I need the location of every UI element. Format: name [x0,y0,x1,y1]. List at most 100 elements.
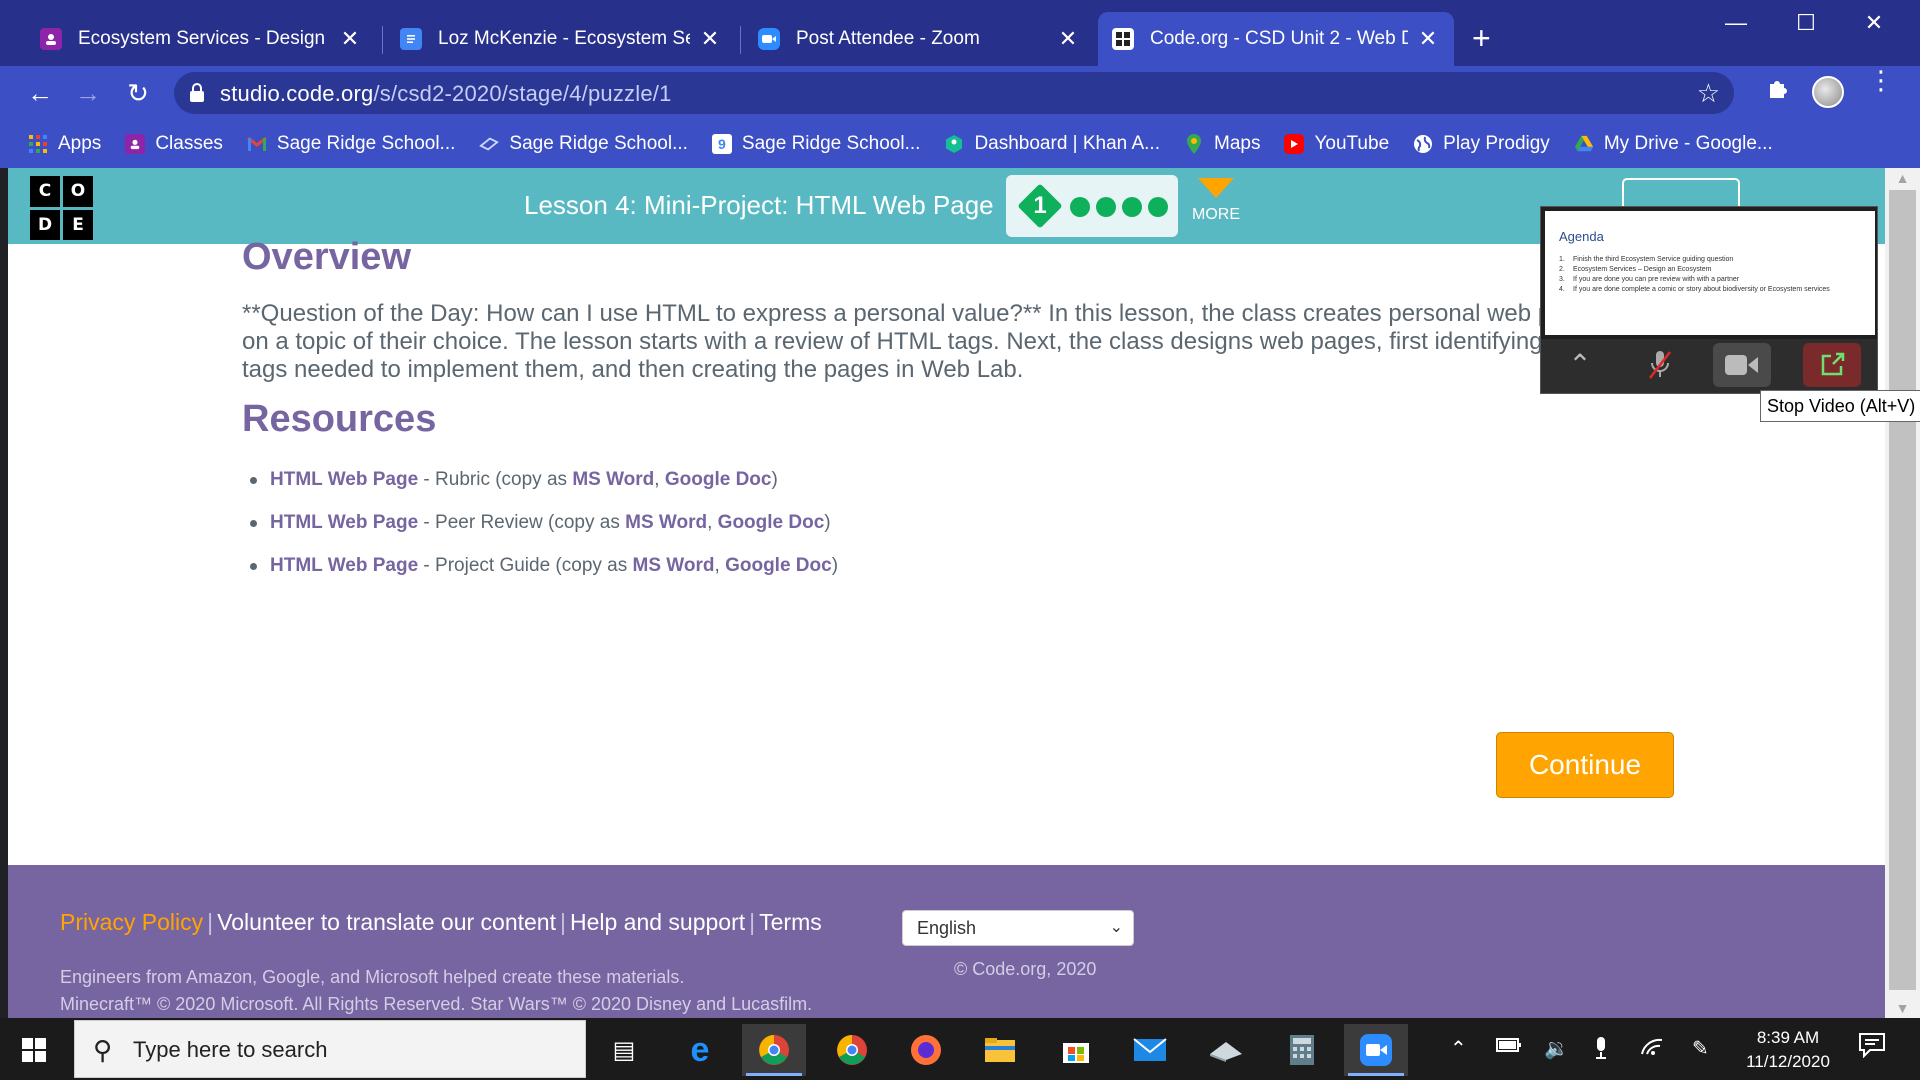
bookmark-sage-ridge-gmail[interactable]: Sage Ridge School... [246,133,455,155]
bookmark-sage-ridge-2[interactable]: Sage Ridge School... [479,133,688,155]
google-doc-link[interactable]: Google Doc [665,469,772,490]
ms-word-link[interactable]: MS Word [633,555,715,576]
resource-link[interactable]: HTML Web Page [270,555,418,576]
help-link[interactable]: Help and support [570,909,745,935]
url-text[interactable]: studio.code.org/s/csd2-2020/stage/4/puzz… [220,81,672,107]
chrome-profile-icon[interactable] [742,1024,806,1076]
bookmark-apps[interactable]: Apps [28,133,101,155]
scroll-up-icon[interactable]: ▲ [1885,170,1920,186]
back-icon[interactable]: ← [24,78,56,110]
language-select[interactable]: English ⌄ [902,910,1134,946]
share-screen-icon[interactable] [1803,343,1861,387]
bookmark-youtube[interactable]: YouTube [1284,133,1389,155]
translate-link[interactable]: Volunteer to translate our content [217,909,556,935]
codeorg-logo[interactable]: C O D E [30,176,94,240]
privacy-policy-link[interactable]: Privacy Policy [60,909,203,935]
extensions-icon[interactable] [1766,76,1790,107]
ms-word-link[interactable]: MS Word [625,512,707,533]
page-scrollbar[interactable]: ▲ ▼ [1885,168,1920,1018]
zoom-app-icon[interactable] [1344,1024,1408,1076]
volume-icon[interactable]: 🔉 [1544,1036,1569,1061]
level-dot[interactable] [1070,197,1090,217]
store-icon[interactable] [1044,1024,1108,1076]
reload-icon[interactable]: ↻ [122,78,154,110]
list-item: 2. Ecosystem Services – Design an Ecosyst… [1559,265,1869,275]
forward-icon[interactable]: → [72,78,104,110]
minimize-icon[interactable]: — [1716,10,1756,36]
onedrive-icon[interactable] [1194,1024,1258,1076]
level-dot[interactable] [1122,197,1142,217]
tab-codeorg[interactable]: Code.org - CSD Unit 2 - Web Dev ✕ [1098,12,1454,66]
maximize-icon[interactable]: ☐ [1786,10,1826,36]
tab-loz-mckenzie[interactable]: Loz McKenzie - Ecosystem Servic ✕ [386,12,736,66]
zoom-icon [758,28,780,50]
microphone-icon[interactable] [1594,1036,1608,1066]
google-doc-link[interactable]: Google Doc [718,512,825,533]
more-button[interactable]: MORE [1186,178,1246,224]
close-tab-icon[interactable]: ✕ [1056,26,1080,52]
tab-ecosystem-services[interactable]: Ecosystem Services - Design an E ✕ [26,12,376,66]
ms-word-link[interactable]: MS Word [572,469,654,490]
mute-mic-icon[interactable] [1631,343,1689,387]
resource-desc: - Peer Review (copy as [418,512,626,533]
taskbar-search-input[interactable]: ⚲ Type here to search [74,1020,586,1078]
tab-zoom[interactable]: Post Attendee - Zoom ✕ [744,12,1094,66]
new-tab-icon[interactable]: + [1472,22,1491,54]
stop-video-tooltip: Stop Video (Alt+V) [1760,390,1920,422]
task-view-icon[interactable]: ▤ [592,1024,656,1076]
show-hidden-icons[interactable]: ⌃ [1450,1036,1467,1061]
bookmark-maps[interactable]: Maps [1184,133,1260,155]
continue-button[interactable]: Continue [1496,732,1674,798]
chevron-down-icon: ⌄ [1109,919,1123,936]
tab-title: Code.org - CSD Unit 2 - Web Dev [1150,28,1408,49]
terms-link[interactable]: Terms [759,909,822,935]
clock-date: 11/12/2020 [1746,1052,1830,1071]
level-dot[interactable] [1148,197,1168,217]
current-level-diamond[interactable]: 1 [1017,183,1063,229]
edge-icon[interactable]: e [668,1024,732,1076]
scroll-down-icon[interactable]: ▼ [1885,1000,1920,1016]
zoom-floating-panel[interactable]: Agenda 1. Finish the third Ecosystem Serv… [1540,206,1878,394]
close-tab-icon[interactable]: ✕ [698,26,722,52]
shared-screen-thumbnail: Agenda 1. Finish the third Ecosystem Serv… [1545,211,1875,335]
list-item: 1. Finish the third Ecosystem Service gui… [1559,255,1869,265]
close-window-icon[interactable]: ✕ [1854,10,1894,36]
bookmark-classes[interactable]: Classes [125,133,223,155]
scrollbar-thumb[interactable] [1889,190,1916,990]
firefox-icon[interactable] [894,1024,958,1076]
google-doc-link[interactable]: Google Doc [725,555,832,576]
close-paren: ) [824,512,831,533]
chevron-up-icon[interactable]: ⌃ [1551,343,1609,387]
lock-icon[interactable] [190,83,204,102]
lesson-title[interactable]: Lesson 4: Mini-Project: HTML Web Page [524,190,994,221]
bookmark-khan[interactable]: Dashboard | Khan A... [944,133,1160,155]
close-tab-icon[interactable]: ✕ [1416,26,1440,52]
resource-desc: - Project Guide (copy as [418,555,633,576]
calculator-icon[interactable] [1270,1024,1334,1076]
windows-start-icon[interactable] [22,1038,46,1062]
maps-icon [1184,134,1204,154]
wifi-icon[interactable] [1640,1036,1664,1062]
bookmark-drive[interactable]: My Drive - Google... [1574,133,1773,155]
notifications-icon[interactable] [1858,1032,1886,1064]
close-tab-icon[interactable]: ✕ [338,26,362,52]
file-explorer-icon[interactable] [968,1024,1032,1076]
mail-icon[interactable] [1118,1024,1182,1076]
resource-link[interactable]: HTML Web Page [270,512,418,533]
bookmark-prodigy[interactable]: Play Prodigy [1413,133,1550,155]
video-camera-icon[interactable] [1713,343,1771,387]
battery-icon[interactable] [1496,1036,1522,1059]
resource-link[interactable]: HTML Web Page [270,469,418,490]
level-dot[interactable] [1096,197,1116,217]
zoom-controls: ⌃ [1541,339,1877,393]
profile-avatar[interactable] [1812,76,1844,108]
menu-kebab-icon[interactable]: ⋮ [1868,67,1894,93]
bookmark-star-icon[interactable]: ☆ [1697,78,1720,109]
bookmark-label: Play Prodigy [1443,133,1550,154]
system-clock[interactable]: 8:39 AM 11/12/2020 [1738,1026,1838,1074]
list-item: HTML Web Page - Rubric (copy as MS Word,… [242,458,838,501]
bookmark-sage-ridge-calendar[interactable]: 9 Sage Ridge School... [711,133,920,155]
chrome-icon[interactable] [820,1024,884,1076]
address-bar[interactable]: studio.code.org/s/csd2-2020/stage/4/puzz… [174,72,1734,114]
pen-icon[interactable]: ✎ [1692,1036,1709,1061]
